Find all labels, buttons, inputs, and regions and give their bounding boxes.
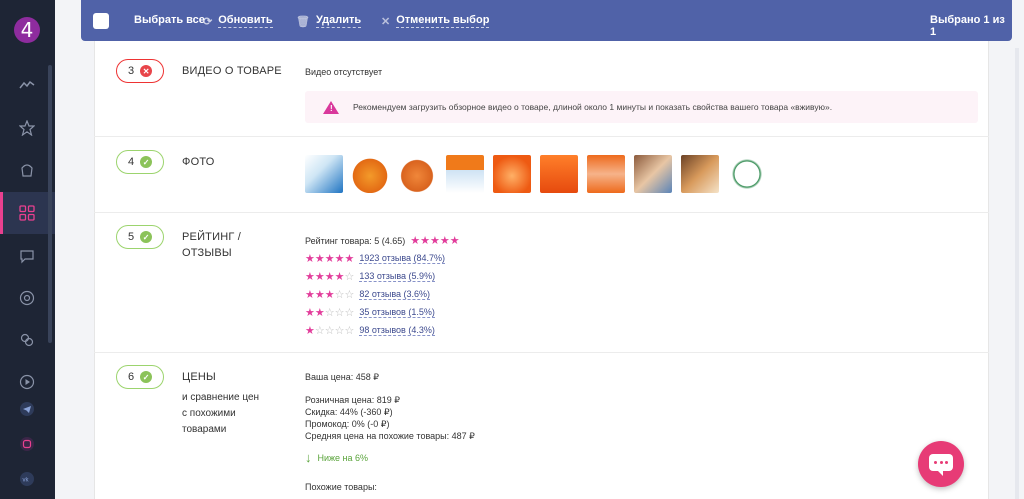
review-link[interactable]: 98 отзывов (4.3%) [359, 325, 435, 336]
brain-icon[interactable] [12, 325, 42, 355]
product-photo[interactable] [587, 155, 625, 193]
row-rating: 5 ✓ РЕЙТИНГ / ОТЗЫВЫ [94, 213, 989, 353]
row-subtitle: и сравнение цен [182, 392, 260, 403]
row-number: 4 [127, 156, 135, 168]
warning-icon: ! [323, 100, 339, 114]
basket-icon[interactable] [12, 155, 42, 185]
close-icon: ✕ [381, 15, 391, 28]
selection-toolbar: Выбрать все ⟳ Обновить 🗑 Удалить ✕ Отменить… [81, 0, 1012, 41]
cancel-selection-button[interactable]: ✕ Отменить выбор [381, 14, 490, 28]
refresh-button[interactable]: ⟳ Обновить [203, 14, 273, 28]
chat-button[interactable] [918, 441, 964, 487]
cancel-label: Отменить выбор [396, 14, 490, 28]
selection-count: Выбрано 1 из 1 [930, 14, 1012, 38]
star-icon[interactable] [12, 113, 42, 143]
svg-text:vk: vk [23, 478, 30, 484]
check-icon: ✓ [140, 371, 153, 383]
stars-1-icon: ★☆☆☆☆ [305, 325, 355, 337]
row-title-2: ОТЗЫВЫ [182, 247, 232, 259]
row-number-badge: 5 ✓ [116, 225, 164, 249]
product-photo[interactable] [493, 155, 531, 193]
stars-4-icon: ★★★★☆ [305, 271, 355, 283]
row-title: ФОТО [182, 156, 215, 168]
sidebar-scrollbar[interactable] [48, 65, 52, 343]
product-photo[interactable] [398, 155, 436, 193]
activity-icon[interactable] [12, 70, 42, 100]
review-link[interactable]: 133 отзыва (5.9%) [359, 271, 436, 282]
your-price: Ваша цена: 458 ₽ [305, 372, 380, 382]
telegram-icon[interactable] [12, 394, 42, 424]
average-price: Средняя цена на похожие товары: 487 ₽ [305, 431, 475, 441]
chat-bubble-icon [929, 454, 953, 476]
product-photo[interactable] [305, 155, 343, 193]
review-link[interactable]: 35 отзывов (1.5%) [359, 307, 435, 318]
row-number-badge: 3 ✕ [116, 59, 164, 83]
select-all-button[interactable]: Выбрать все [134, 14, 205, 26]
row-number-badge: 4 ✓ [116, 150, 164, 174]
retail-price: Розничная цена: 819 ₽ [305, 395, 400, 405]
review-link[interactable]: 82 отзыва (3.6%) [359, 289, 431, 300]
stars-2-icon: ★★☆☆☆ [305, 307, 355, 319]
trash-icon: 🗑 [296, 15, 310, 28]
check-icon: ✓ [140, 231, 153, 243]
grid-icon[interactable] [12, 198, 42, 228]
price-lower-indicator: ↓ Ниже на 6% [305, 450, 368, 465]
review-row-3: ★★★☆☆ 82 отзыва (3.6%) [305, 288, 431, 301]
price-lower-text: Ниже на 6% [317, 452, 369, 463]
stars-5-icon: ★★★★★ [305, 253, 355, 265]
vk-icon[interactable]: vk [12, 464, 42, 494]
review-row-4: ★★★★☆ 133 отзыва (5.9%) [305, 270, 436, 283]
product-photo[interactable] [681, 155, 719, 193]
instagram-icon[interactable] [12, 429, 42, 459]
promo-code: Промокод: 0% (-0 ₽) [305, 419, 390, 429]
page-scrollbar[interactable] [1015, 48, 1019, 499]
arrow-down-icon: ↓ [305, 450, 312, 465]
product-photo[interactable] [446, 155, 484, 193]
row-number: 3 [127, 65, 135, 77]
chrome-icon[interactable] [12, 283, 42, 313]
row-title: РЕЙТИНГ / [182, 231, 242, 243]
review-row-5: ★★★★★ 1923 отзыва (84.7%) [305, 252, 446, 265]
delete-label: Удалить [315, 14, 362, 28]
sidebar: 4 vk [0, 0, 55, 499]
discount: Скидка: 44% (-360 ₽) [305, 407, 393, 417]
product-photo[interactable] [351, 155, 389, 193]
app-logo[interactable]: 4 [14, 17, 40, 43]
row-prices: 6 ✓ ЦЕНЫ и сравнение цен с похожими товар… [94, 353, 989, 499]
row-subtitle: товарами [182, 424, 227, 435]
rating-stars: ★★★★★ [410, 235, 460, 247]
select-all-checkbox[interactable] [93, 13, 109, 29]
row-title: ВИДЕО О ТОВАРЕ [182, 65, 282, 77]
refresh-icon: ⟳ [203, 15, 213, 28]
refresh-label: Обновить [218, 14, 273, 28]
row-number-badge: 6 ✓ [116, 365, 164, 389]
row-subtitle: с похожими [182, 408, 236, 419]
select-all-label: Выбрать все [134, 14, 205, 26]
row-title: ЦЕНЫ [182, 371, 216, 383]
review-row-2: ★★☆☆☆ 35 отзывов (1.5%) [305, 306, 435, 319]
selection-count-label: Выбрано 1 из 1 [930, 14, 1005, 38]
row-number: 5 [127, 231, 135, 243]
similar-products-label: Похожие товары: [305, 482, 377, 492]
chat-icon[interactable] [12, 241, 42, 271]
row-number: 6 [127, 371, 135, 383]
youtube-icon[interactable] [12, 367, 42, 397]
stars-3-icon: ★★★☆☆ [305, 289, 355, 301]
video-status: Видео отсутствует [305, 67, 383, 77]
video-warning-box: ! Рекомендуем загрузить обзорное видео о… [305, 91, 978, 123]
rating-summary-text: Рейтинг товара: 5 (4.65) [305, 235, 406, 246]
product-photo[interactable] [728, 155, 766, 193]
error-icon: ✕ [140, 65, 153, 77]
delete-button[interactable]: 🗑 Удалить [296, 14, 362, 28]
warning-text: Рекомендуем загрузить обзорное видео о т… [353, 102, 833, 112]
product-photo[interactable] [540, 155, 578, 193]
rating-summary: Рейтинг товара: 5 (4.65) ★★★★★ [305, 234, 460, 247]
review-row-1: ★☆☆☆☆ 98 отзывов (4.3%) [305, 324, 435, 337]
product-photo[interactable] [634, 155, 672, 193]
check-icon: ✓ [140, 156, 153, 168]
review-link[interactable]: 1923 отзыва (84.7%) [359, 253, 446, 264]
